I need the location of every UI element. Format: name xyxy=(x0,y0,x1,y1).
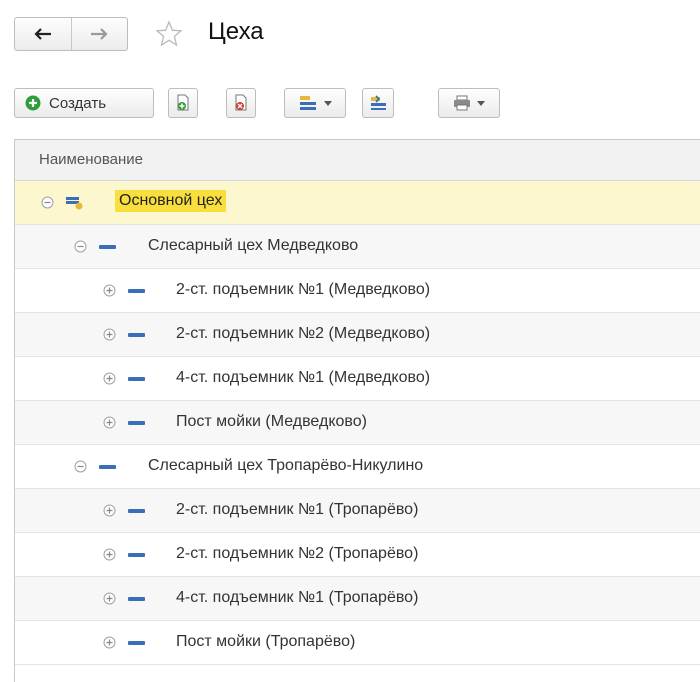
row-label: Слесарный цех Медведково xyxy=(148,237,359,254)
tree-row-group[interactable]: Слесарный цех Медведково xyxy=(15,225,700,269)
print-icon xyxy=(454,95,470,111)
row-label: Пост мойки (Медведково) xyxy=(176,413,367,430)
expand-icon[interactable] xyxy=(103,284,116,297)
tree-row-item[interactable]: 2-ст. подъемник №1 (Медведково) xyxy=(15,269,700,313)
item-icon xyxy=(99,465,116,469)
expand-icon[interactable] xyxy=(103,416,116,429)
print-dropdown[interactable] xyxy=(438,88,500,118)
tree-row-item[interactable]: Пост мойки (Медведково) xyxy=(15,401,700,445)
item-icon xyxy=(128,333,145,337)
move-to-group-button[interactable] xyxy=(362,88,394,118)
tree-list: Основной цех Слесарный цех Медведково 2-… xyxy=(15,181,700,665)
chevron-down-icon xyxy=(477,100,485,106)
arrow-left-icon xyxy=(34,28,51,40)
add-copy-button[interactable] xyxy=(168,88,198,118)
collapse-icon[interactable] xyxy=(41,196,54,209)
arrow-right-icon xyxy=(91,28,108,40)
item-icon xyxy=(128,421,145,425)
expand-icon[interactable] xyxy=(103,328,116,341)
expand-icon[interactable] xyxy=(103,592,116,605)
tree-row-item[interactable]: 2-ст. подъемник №2 (Тропарёво) xyxy=(15,533,700,577)
tree-row-item[interactable]: 2-ст. подъемник №2 (Медведково) xyxy=(15,313,700,357)
tree-row-item[interactable]: Пост мойки (Тропарёво) xyxy=(15,621,700,665)
create-button-label: Создать xyxy=(49,94,107,112)
folder-tree-dropdown[interactable] xyxy=(284,88,346,118)
row-label: Слесарный цех Тропарёво-Никулино xyxy=(148,457,424,474)
nav-buttons xyxy=(14,17,128,51)
item-icon xyxy=(128,377,145,381)
row-label: 4-ст. подъемник №1 (Медведково) xyxy=(176,369,431,386)
item-icon xyxy=(128,509,145,513)
move-to-group-icon xyxy=(371,95,386,110)
tree-row-item[interactable]: 4-ст. подъемник №1 (Медведково) xyxy=(15,357,700,401)
expand-icon[interactable] xyxy=(103,372,116,385)
column-header[interactable]: Наименование xyxy=(15,140,700,181)
create-button[interactable]: Создать xyxy=(14,88,154,118)
row-label: 2-ст. подъемник №2 (Медведково) xyxy=(176,325,431,342)
mark-delete-icon xyxy=(235,94,247,111)
item-icon xyxy=(128,553,145,557)
plus-circle-icon xyxy=(25,95,41,111)
row-label: 2-ст. подъемник №1 (Тропарёво) xyxy=(176,501,419,518)
page-title: Цеха xyxy=(208,18,264,45)
row-label: 2-ст. подъемник №1 (Медведково) xyxy=(176,281,431,298)
add-copy-icon xyxy=(177,94,189,111)
tree-row-group[interactable]: Слесарный цех Тропарёво-Никулино xyxy=(15,445,700,489)
back-button[interactable] xyxy=(15,18,71,50)
item-icon xyxy=(99,245,116,249)
item-icon xyxy=(128,289,145,293)
expand-icon[interactable] xyxy=(103,636,116,649)
row-label: Пост мойки (Тропарёво) xyxy=(176,633,356,650)
item-icon xyxy=(128,597,145,601)
tree-row-item[interactable]: 4-ст. подъемник №1 (Тропарёво) xyxy=(15,577,700,621)
row-label: 4-ст. подъемник №1 (Тропарёво) xyxy=(176,589,419,606)
favorite-star-icon[interactable] xyxy=(155,20,183,48)
chevron-down-icon xyxy=(324,100,332,106)
mark-delete-button[interactable] xyxy=(226,88,256,118)
forward-button[interactable] xyxy=(70,18,128,50)
row-label: Основной цех xyxy=(115,190,227,212)
collapse-icon[interactable] xyxy=(74,240,87,253)
folder-tree-icon xyxy=(300,96,316,110)
column-header-label: Наименование xyxy=(39,151,143,168)
item-icon xyxy=(128,641,145,645)
tree-row-item[interactable]: 2-ст. подъемник №1 (Тропарёво) xyxy=(15,489,700,533)
expand-icon[interactable] xyxy=(103,504,116,517)
expand-icon[interactable] xyxy=(103,548,116,561)
group-folder-icon xyxy=(66,197,83,210)
row-label: 2-ст. подъемник №2 (Тропарёво) xyxy=(176,545,419,562)
tree-row-group[interactable]: Основной цех xyxy=(15,181,700,225)
collapse-icon[interactable] xyxy=(74,460,87,473)
